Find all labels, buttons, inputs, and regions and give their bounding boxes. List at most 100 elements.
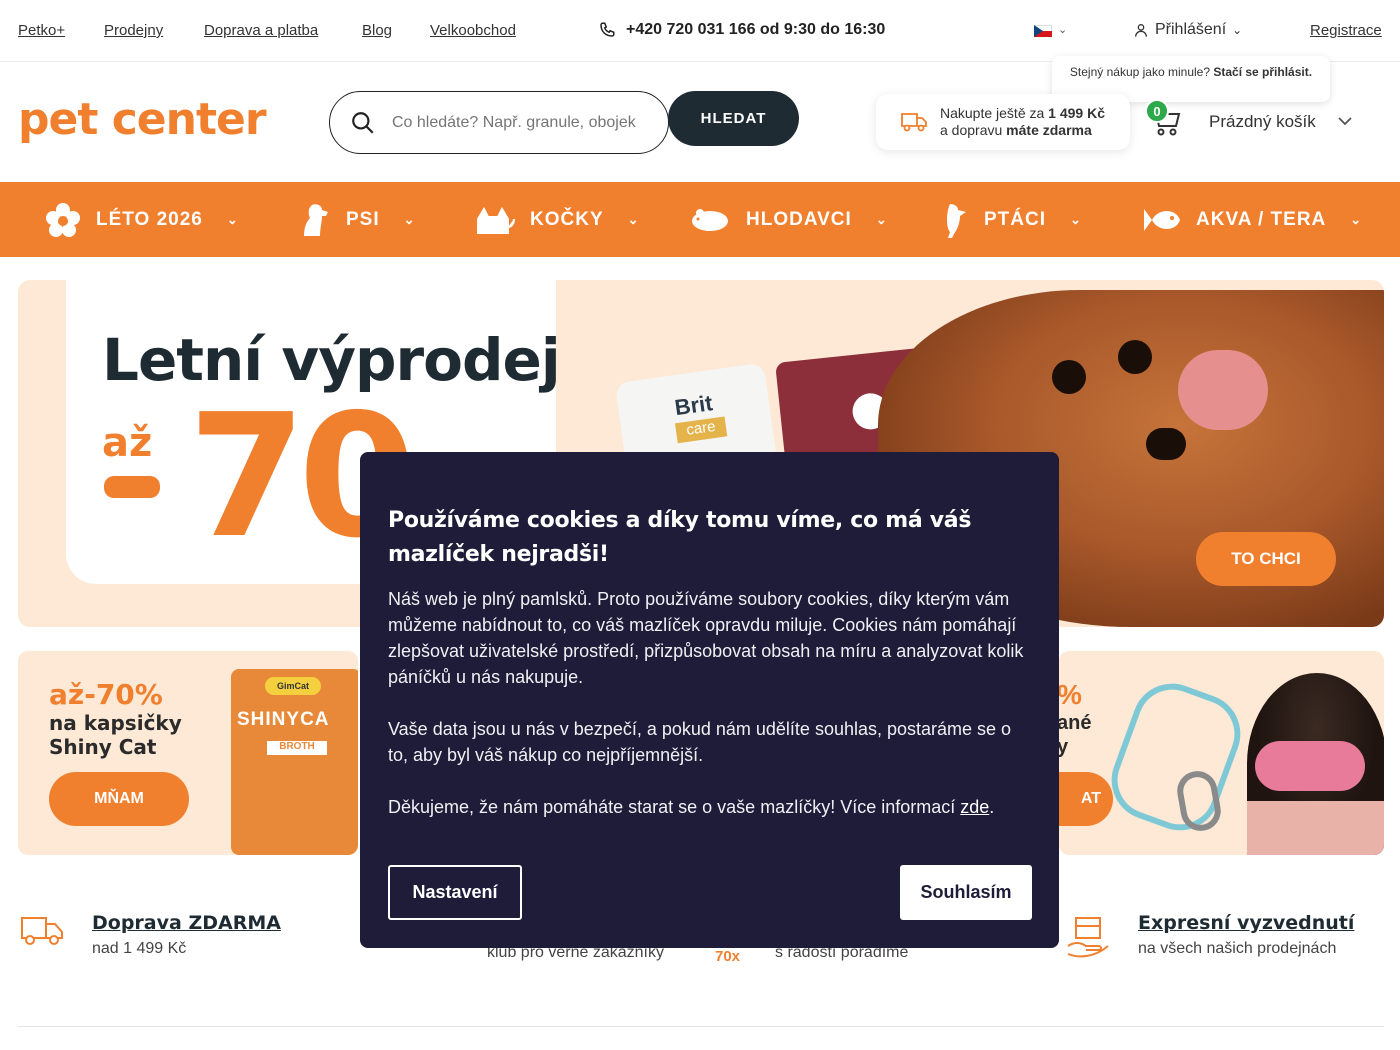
shipping-amount: 1 499 Kč — [1048, 105, 1105, 121]
nav-label-kocky: KOČKY — [530, 208, 604, 230]
flower-icon — [46, 202, 80, 237]
usp-express-pickup[interactable]: Expresní vyzvednutí na všech našich prod… — [1064, 912, 1354, 960]
shipping-line1: Nakupte ještě za — [940, 105, 1049, 121]
dog-nose — [1146, 428, 1186, 460]
promo-left-button[interactable]: MŇAM — [49, 772, 189, 826]
login-label: Přihlášení — [1155, 21, 1227, 38]
search-input[interactable] — [392, 113, 650, 132]
chevron-down-icon: ⌄ — [1070, 211, 1082, 227]
shipping-text: Nakupte ještě za 1 499 Kč a dopravu máte… — [940, 105, 1105, 139]
cart-label[interactable]: Prázdný košík — [1209, 112, 1316, 132]
nav-label-psi: PSI — [346, 208, 380, 230]
nav-label-hlodavci: HLODAVCI — [746, 208, 852, 230]
cookie-paragraph-2: Vaše data jsou u nás v bezpečí, a pokud … — [388, 719, 1012, 765]
pack-brand-sub: care — [674, 416, 728, 444]
phone-number: +420 720 031 166 od 9:30 do 16:30 — [626, 21, 886, 38]
pack-brand: Brit — [673, 390, 715, 421]
pouch-name: SHINYCA — [237, 709, 330, 730]
dog-eye — [1052, 360, 1086, 394]
dog-icon — [304, 203, 328, 236]
hero-prefix: až — [102, 420, 153, 466]
free-shipping-box: Nakupte ještě za 1 499 Kč a dopravu máte… — [876, 94, 1130, 150]
usp-shipping-text: Doprava ZDARMA nad 1 499 Kč — [92, 912, 281, 958]
chevron-down-icon: ⌄ — [627, 211, 640, 227]
czech-flag-icon[interactable] — [1034, 25, 1052, 37]
login-chevron-icon: ⌄ — [1232, 23, 1243, 37]
promo-right-discount: % — [1059, 679, 1082, 710]
top-link-velkoobchod[interactable]: Velkoobchod — [430, 22, 516, 39]
truck-icon — [21, 917, 63, 945]
nav-item-leto[interactable]: LÉTO 2026 ⌄ — [44, 182, 239, 257]
rodent-icon — [692, 208, 728, 231]
cookie-paragraph-3: Děkujeme, že nám pomáháte starat se o va… — [388, 794, 1031, 820]
main-navigation: LÉTO 2026 ⌄ PSI ⌄ KOČKY ⌄ HLODAVCI ⌄ PTÁ… — [0, 182, 1400, 257]
top-link-doprava[interactable]: Doprava a platba — [204, 22, 318, 39]
truck-icon — [901, 113, 927, 132]
usp-pickup-title[interactable]: Expresní vyzvednutí — [1138, 912, 1354, 934]
login-link[interactable]: Přihlášení ⌄ — [1133, 21, 1242, 39]
cart-chevron-icon[interactable] — [1336, 112, 1354, 130]
usp-pickup-text: Expresní vyzvednutí na všech našich prod… — [1138, 912, 1354, 958]
cookie-title: Používáme cookies a díky tomu víme, co m… — [388, 508, 972, 567]
top-bar: Petko+ Prodejny Doprava a platba Blog Ve… — [0, 0, 1400, 62]
cookie-more-info-link[interactable]: zde — [960, 797, 989, 817]
promo-right-text: ané y — [1059, 711, 1091, 759]
promo-left-line1: na kapsičky — [49, 711, 182, 735]
usp-pickup-sub: na všech našich prodejnách — [1138, 940, 1337, 957]
cookie-consent-dialog: Používáme cookies a díky tomu víme, co m… — [360, 452, 1059, 948]
nav-item-akva[interactable]: AKVA / TERA ⌄ — [1142, 182, 1362, 257]
nav-item-psi[interactable]: PSI ⌄ — [298, 182, 416, 257]
cat-icon — [477, 206, 515, 234]
dog-sweater — [1247, 801, 1384, 855]
search-bar[interactable] — [329, 91, 669, 154]
cookie-paragraph-1: Náš web je plný pamlsků. Proto používáme… — [388, 589, 1024, 687]
pet-center-logo[interactable]: pet center — [18, 94, 267, 145]
usp-shipping-title[interactable]: Doprava ZDARMA — [92, 912, 281, 934]
nav-label-leto: LÉTO 2026 — [96, 208, 203, 230]
bird-icon — [947, 203, 966, 238]
package-hand-icon — [1067, 917, 1109, 958]
cookie-settings-button[interactable]: Nastavení — [388, 865, 522, 920]
dog-mouth — [1178, 350, 1268, 430]
promo-left-text: na kapsičky Shiny Cat — [49, 711, 182, 759]
phone-icon — [600, 22, 615, 37]
promo-shiny-cat[interactable]: až-70% na kapsičky Shiny Cat MŇAM GimCat… — [18, 651, 358, 855]
user-icon — [1135, 24, 1147, 37]
search-icon — [352, 111, 374, 134]
nav-item-kocky[interactable]: KOČKY ⌄ — [476, 182, 640, 257]
nav-label-ptaci: PTÁCI — [984, 208, 1046, 230]
pouch-brand: GimCat — [265, 677, 321, 695]
tooltip-bold-text[interactable]: Stačí se přihlásit. — [1213, 65, 1312, 79]
usp-shipping-sub: nad 1 499 Kč — [92, 940, 187, 957]
cookie-agree-button[interactable]: Souhlasím — [900, 865, 1032, 920]
usp-advice-badge: 70x — [715, 948, 741, 965]
language-chevron-icon[interactable]: ⌄ — [1058, 23, 1067, 36]
promo-dog-toys[interactable]: % ané y AT — [1059, 651, 1384, 855]
hero-minus-sign — [104, 476, 160, 498]
hero-cta-button[interactable]: TO CHCI — [1196, 532, 1336, 586]
promo-right-line1: ané — [1059, 712, 1092, 734]
nav-item-ptaci[interactable]: PTÁCI ⌄ — [942, 182, 1082, 257]
top-link-petko[interactable]: Petko+ — [18, 22, 65, 39]
fish-icon — [1144, 208, 1180, 231]
search-button[interactable]: HLEDAT — [668, 91, 799, 146]
dog-eye — [1118, 340, 1152, 374]
chevron-down-icon: ⌄ — [1350, 211, 1363, 227]
shiny-cat-pouch: GimCat SHINYCA BROTH — [231, 669, 358, 855]
dog-rope-toy — [1255, 741, 1365, 791]
shipping-line2: a dopravu — [940, 122, 1007, 138]
promo-right-button[interactable]: AT — [1059, 772, 1113, 826]
pouch-tag: BROTH — [267, 741, 327, 755]
chevron-down-icon: ⌄ — [875, 211, 888, 227]
nav-item-hlodavci[interactable]: HLODAVCI ⌄ — [690, 182, 888, 257]
rope-toy — [1100, 672, 1252, 842]
usp-free-shipping[interactable]: Doprava ZDARMA nad 1 499 Kč — [18, 912, 281, 958]
promo-right-line2: y — [1059, 736, 1069, 758]
cookie-p3-suffix: . — [989, 797, 995, 817]
register-link[interactable]: Registrace — [1310, 22, 1382, 39]
top-link-blog[interactable]: Blog — [362, 22, 392, 39]
phone-contact[interactable]: +420 720 031 166 od 9:30 do 16:30 — [598, 21, 885, 39]
tooltip-text: Stejný nákup jako minule? — [1069, 65, 1214, 79]
top-link-prodejny[interactable]: Prodejny — [104, 22, 163, 39]
promo-left-discount: až-70% — [49, 678, 163, 711]
